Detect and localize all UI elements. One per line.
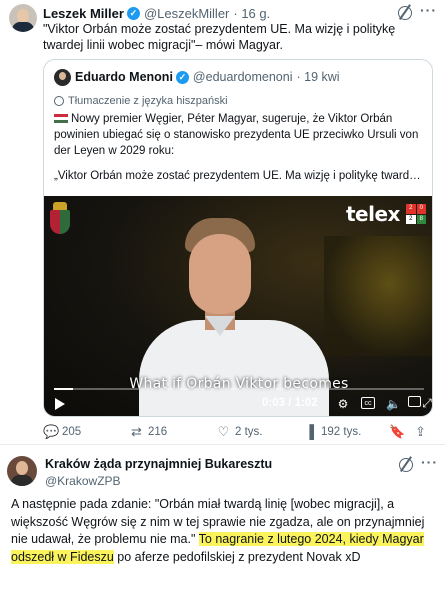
tweet-time[interactable]: · 19 kwi [296, 70, 339, 84]
verified-badge-icon: ✓ [126, 6, 140, 20]
avatar-suit [11, 475, 33, 486]
telex-grid-cell: 2 [406, 214, 416, 224]
gear-icon[interactable]: ⚙ [336, 397, 350, 411]
more-options-icon[interactable]: ··· [421, 454, 438, 470]
share-icon: ⇪ [415, 424, 426, 439]
repost-button[interactable]: ⇄ 216 [129, 424, 167, 440]
avatar[interactable] [54, 69, 71, 86]
like-count: 2 tys. [235, 426, 263, 438]
author-handle[interactable]: @eduardomenoni [193, 70, 293, 84]
tweet-time[interactable]: · 16 g. [233, 6, 270, 21]
grok-icon[interactable] [398, 6, 412, 20]
telex-grid-cell: 2 [406, 204, 416, 214]
volume-icon[interactable]: 🔈 [386, 397, 401, 411]
tweet-text: "Viktor Orbán może zostać prezydentem UE… [43, 22, 396, 52]
subtitles-icon[interactable]: cc [361, 397, 375, 409]
avatar-face [59, 72, 66, 80]
hungary-coat-of-arms-icon [48, 202, 72, 246]
video-time: 0:03 / 1:02 [262, 397, 318, 409]
video-backdrop-light [324, 236, 432, 356]
avatar-face [17, 9, 29, 23]
author-name[interactable]: Leszek Miller [43, 6, 124, 21]
video-progress-bar[interactable] [54, 388, 424, 390]
translation-label: Tłumaczenie z języka hiszpański [68, 95, 228, 107]
fullscreen-icon[interactable]: ⤢ [422, 396, 432, 410]
picture-in-picture-icon[interactable] [408, 396, 421, 407]
author-name[interactable]: Eduardo Menoni [75, 70, 173, 84]
tweet-header: Leszek Miller ✓ @LeszekMiller · 16 g. [43, 5, 270, 21]
tweet-text-part: po aferze pedofilskiej z prezydent Novak… [113, 549, 361, 564]
repost-count: 216 [148, 426, 168, 438]
like-button[interactable]: ♡ 2 tys. [216, 424, 263, 440]
views-button[interactable]: ▐ 192 tys. [302, 424, 361, 439]
tweet-krakow[interactable]: Kraków żąda przynajmniej Bukaresztu @Kra… [0, 445, 445, 591]
quoted-tweet-header: Eduardo Menoni ✓ @eduardomenoni · 19 kwi [75, 70, 340, 84]
author-handle[interactable]: @KrakowZPB [45, 474, 121, 488]
quoted-tweet-text-continued: „Viktor Orbán może zostać prezydentem UE… [54, 170, 421, 182]
avatar-face [16, 461, 28, 475]
telex-grid-logo: 2 0 2 8 [406, 204, 426, 224]
repost-icon: ⇄ [131, 424, 142, 439]
heart-icon: ♡ [217, 424, 230, 439]
views-count: 192 tys. [321, 425, 362, 438]
bookmark-icon: 🔖 [389, 424, 406, 439]
hungary-flag-icon [54, 114, 68, 123]
reply-icon: 💬 [43, 424, 60, 439]
share-button[interactable]: ⇪ [413, 424, 432, 440]
views-chart-icon: ▐ [304, 424, 315, 439]
avatar[interactable] [9, 4, 37, 32]
more-options-icon[interactable]: ··· [420, 2, 437, 18]
video-player[interactable]: telex 2 0 2 8 What if Orbán Viktor becom… [44, 196, 432, 416]
quoted-tweet[interactable]: Eduardo Menoni ✓ @eduardomenoni · 19 kwi… [43, 59, 433, 417]
quoted-tweet-text-body: Nowy premier Węgier, Péter Magyar, suger… [54, 113, 419, 157]
globe-icon [54, 96, 64, 106]
verified-badge-icon: ✓ [175, 70, 189, 84]
translation-notice: Tłumaczenie z języka hiszpański [54, 95, 228, 107]
reply-button[interactable]: 💬 205 [43, 424, 81, 440]
bookmark-button[interactable]: 🔖 [389, 424, 408, 440]
avatar[interactable] [7, 456, 37, 486]
tweet-leszek-miller[interactable]: Leszek Miller ✓ @LeszekMiller · 16 g. ··… [0, 0, 445, 445]
tweet-text: A następnie pada zdanie: "Orbán miał twa… [11, 496, 437, 566]
play-icon[interactable] [55, 398, 65, 410]
quoted-tweet-text: Nowy premier Węgier, Péter Magyar, suger… [54, 111, 426, 159]
reply-count: 205 [62, 426, 82, 438]
video-progress-fill [54, 388, 73, 390]
avatar-suit [12, 22, 34, 32]
video-controls: 0:03 / 1:02 ⚙ cc 🔈 ⤢ [44, 384, 432, 416]
author-name[interactable]: Kraków żąda przynajmniej Bukaresztu [45, 457, 272, 471]
author-handle[interactable]: @LeszekMiller [144, 6, 229, 21]
telex-logo: telex [346, 202, 400, 226]
telex-grid-cell: 8 [416, 214, 426, 224]
grok-icon[interactable] [399, 458, 413, 472]
tweet-actions: 💬 205 ⇄ 216 ♡ 2 tys. ▐ 192 tys. 🔖 ⇪ [43, 424, 433, 440]
telex-grid-cell: 0 [416, 204, 426, 214]
